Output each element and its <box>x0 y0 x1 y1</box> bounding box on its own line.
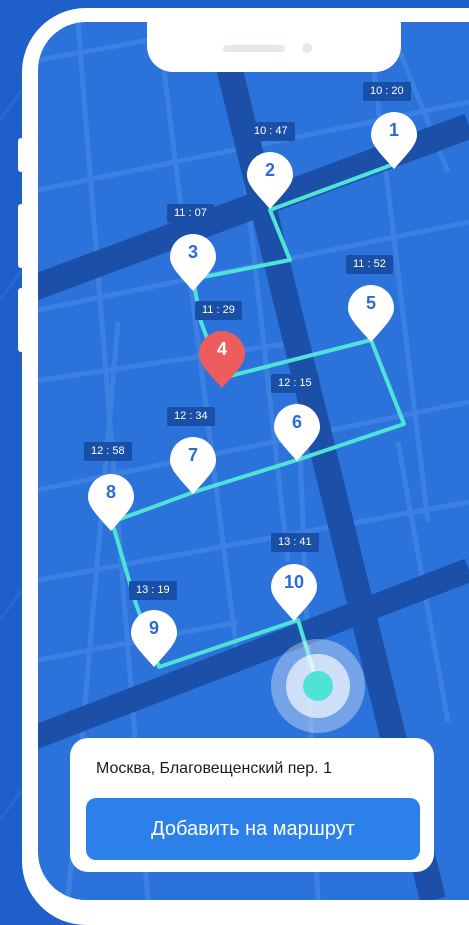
stop-number: 7 <box>187 445 198 465</box>
stop-pin-2[interactable]: 2 <box>247 152 293 210</box>
stop-number: 8 <box>105 482 116 502</box>
stop-pin-3[interactable]: 3 <box>170 234 216 292</box>
stop-2-time: 10 : 47 <box>247 122 295 141</box>
stop-3-time: 11 : 07 <box>167 204 214 223</box>
current-location-marker[interactable] <box>271 639 365 733</box>
speaker <box>223 45 285 52</box>
stop-number: 1 <box>388 120 399 140</box>
address-label: Москва, Благовещенский пер. 1 <box>96 760 332 777</box>
stop-number: 10 <box>283 572 305 592</box>
stop-9-time: 13 : 19 <box>129 581 177 600</box>
stop-number: 9 <box>148 618 159 638</box>
stop-pin-8[interactable]: 8 <box>88 474 134 532</box>
camera <box>302 43 312 53</box>
stop-number: 4 <box>216 339 227 359</box>
stop-number: 2 <box>264 160 275 180</box>
stop-number: 5 <box>365 293 376 313</box>
stop-pin-6[interactable]: 6 <box>274 404 320 462</box>
stop-10-time: 13 : 41 <box>271 533 319 552</box>
phone-volume-up <box>18 204 25 268</box>
phone-mute-switch <box>18 138 25 172</box>
stop-5-time: 11 : 52 <box>346 255 393 274</box>
stop-number: 3 <box>187 242 198 262</box>
stop-6-time: 12 : 15 <box>271 374 319 393</box>
stop-4-time: 11 : 29 <box>195 301 242 320</box>
stop-8-time: 12 : 58 <box>84 442 132 461</box>
stop-1-time: 10 : 20 <box>363 82 411 101</box>
stop-pin-10[interactable]: 10 <box>271 564 317 622</box>
stop-pin-9[interactable]: 9 <box>131 610 177 668</box>
phone-notch <box>147 22 401 72</box>
stop-7-time: 12 : 34 <box>167 407 215 426</box>
stop-pin-5[interactable]: 5 <box>348 285 394 343</box>
stop-pin-4-active[interactable]: 4 <box>199 331 245 389</box>
stop-pin-1[interactable]: 1 <box>371 112 417 170</box>
add-to-route-button[interactable]: Добавить на маршрут <box>86 798 420 860</box>
stop-number: 6 <box>291 412 302 432</box>
stop-pin-7[interactable]: 7 <box>170 437 216 495</box>
location-card: Москва, Благовещенский пер. 1 Добавить н… <box>70 738 434 872</box>
phone-volume-down <box>18 288 25 352</box>
